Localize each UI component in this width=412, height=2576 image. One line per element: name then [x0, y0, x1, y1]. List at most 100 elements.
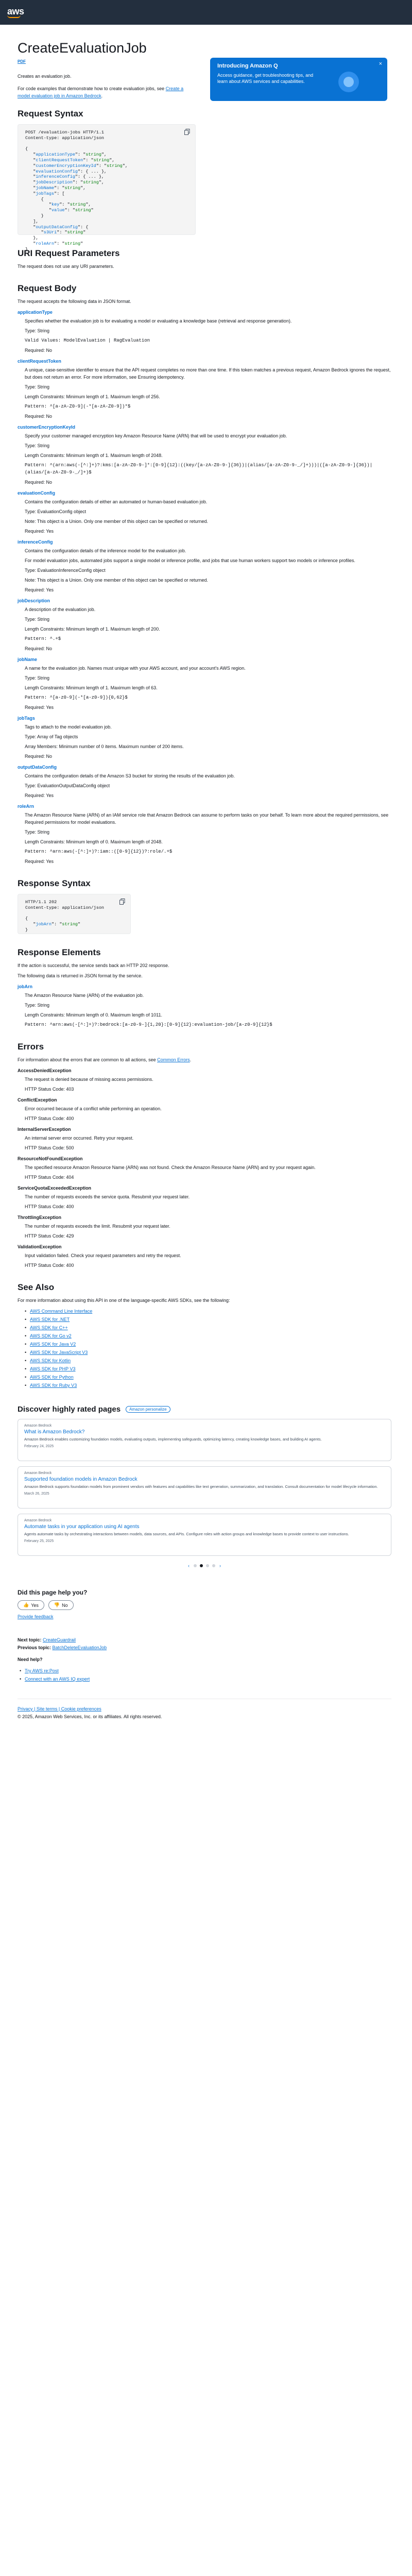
copy-icon[interactable] [184, 129, 190, 135]
param-detail: Required: Yes [25, 529, 54, 534]
common-errors-link[interactable]: Common Errors [157, 1057, 190, 1062]
error-block: InternalServerException An internal serve… [18, 1127, 391, 1151]
carousel-dot[interactable] [212, 1564, 215, 1567]
provide-feedback-link[interactable]: Provide feedback [18, 1614, 54, 1619]
see-also-link[interactable]: AWS SDK for C++ [30, 1325, 68, 1330]
see-also-link[interactable]: AWS SDK for JavaScript V3 [30, 1350, 88, 1355]
see-also-heading: See Also [18, 1282, 55, 1292]
param-name[interactable]: jobArn [18, 984, 391, 989]
amazon-q-promo-banner: Introducing Amazon Q Access guidance, ge… [210, 58, 387, 101]
param-name[interactable]: jobTags [18, 716, 391, 721]
response-elements-heading: Response Elements [18, 947, 101, 957]
errors-intro: For information about the errors that ar… [18, 1056, 391, 1063]
previous-topic-label: Previous topic: [18, 1645, 52, 1650]
param-name[interactable]: applicationType [18, 310, 391, 315]
param-description: The Amazon Resource Name (ARN) of the ev… [25, 993, 144, 998]
request-body-intro: The request accepts the following data i… [18, 299, 131, 304]
param-name[interactable]: customerEncryptionKeyId [18, 425, 391, 430]
need-help-list: Try AWS re:Post Connect with an AWS IQ ex… [18, 1667, 391, 1683]
see-also-item: AWS SDK for PHP V3 [25, 1365, 391, 1373]
param-body: Tags to attach to the model evaluation j… [18, 723, 391, 760]
param-name[interactable]: jobName [18, 657, 391, 662]
card-description: Agents automate tasks by orchestrating i… [24, 1532, 349, 1536]
pdf-link[interactable]: PDF [18, 59, 26, 64]
param-detail: Length Constraints: Minimum length of 1.… [25, 453, 163, 458]
card-title-link[interactable]: What is Amazon Bedrock? [24, 1429, 385, 1435]
see-also-item: AWS SDK for Python [25, 1373, 391, 1381]
card-title-link[interactable]: Supported foundation models in Amazon Be… [24, 1477, 385, 1482]
param-block: jobArn The Amazon Resource Name (ARN) of … [18, 984, 391, 1028]
param-body: The Amazon Resource Name (ARN) of the ev… [18, 992, 391, 1028]
errors-heading: Errors [18, 1042, 44, 1052]
param-description: The Amazon Resource Name (ARN) of an IAM… [25, 812, 389, 825]
see-also-link[interactable]: AWS SDK for Ruby V3 [30, 1383, 77, 1388]
param-detail: Type: EvaluationConfig object [25, 509, 87, 514]
aws-logo[interactable]: aws [7, 7, 24, 18]
discover-card[interactable]: Amazon Bedrock Supported foundation model… [18, 1466, 391, 1509]
error-name: AccessDeniedException [18, 1068, 72, 1073]
param-name[interactable]: jobDescription [18, 598, 391, 603]
need-help-link[interactable]: Connect with an AWS IQ expert [25, 1676, 90, 1682]
param-block: jobDescription A description of the evalu… [18, 598, 391, 652]
card-description: Amazon Bedrock supports foundation model… [24, 1484, 378, 1489]
param-block: clientRequestToken A unique, case-sensiti… [18, 359, 391, 420]
param-description: A description of the evaluation job. [25, 607, 96, 612]
see-also-link[interactable]: AWS SDK for Java V2 [30, 1342, 76, 1347]
error-name: ServiceQuotaExceededException [18, 1185, 92, 1191]
param-name[interactable]: clientRequestToken [18, 359, 391, 364]
previous-topic-link[interactable]: BatchDeleteEvaluationJob [53, 1645, 107, 1650]
param-description: Specifies whether the evaluation job is … [25, 318, 292, 324]
param-detail: Required: No [25, 480, 53, 485]
thumbs-up-button[interactable]: 👍 Yes [18, 1600, 44, 1610]
carousel-prev-button[interactable]: ‹ [188, 1563, 190, 1568]
param-detail: Pattern: ^arn:aws(-[^:]+)?:iam::([0-9]{1… [25, 849, 173, 854]
param-description: A unique, case-sensitive identifier to e… [25, 367, 391, 380]
card-kicker: Amazon Bedrock [24, 1471, 52, 1475]
card-kicker: Amazon Bedrock [24, 1424, 52, 1428]
card-description: Amazon Bedrock enables customizing found… [24, 1437, 322, 1442]
error-description: An internal server error occurred. Retry… [25, 1136, 134, 1141]
param-detail: Type: Array of Tag objects [25, 734, 78, 739]
next-topic-link[interactable]: CreateGuardrail [43, 1637, 76, 1642]
error-block: ResourceNotFoundException The specified r… [18, 1156, 391, 1181]
carousel-dot[interactable] [194, 1564, 197, 1567]
aws-logo-text: aws [7, 6, 24, 16]
need-help-item: Try AWS re:Post [20, 1667, 391, 1675]
see-also-link[interactable]: AWS SDK for .NET [30, 1317, 70, 1322]
param-block: jobName A name for the evaluation job. Na… [18, 657, 391, 711]
intro2-prefix: For code examples that demonstrate how t… [18, 86, 166, 91]
error-block: ConflictException Error occurred because … [18, 1097, 391, 1122]
param-name[interactable]: outputDataConfig [18, 765, 391, 770]
carousel-dot[interactable] [206, 1564, 209, 1567]
page-title: CreateEvaluationJob [18, 40, 147, 56]
carousel-next-button[interactable]: › [219, 1563, 221, 1568]
param-detail: Note: This object is a Union. Only one m… [25, 578, 209, 583]
param-detail: Valid Values: ModelEvaluation | RagEvalu… [25, 338, 150, 343]
discover-card[interactable]: Amazon Bedrock What is Amazon Bedrock? Ama… [18, 1419, 391, 1461]
param-name[interactable]: evaluationConfig [18, 490, 391, 496]
page-intro-code-examples: For code examples that demonstrate how t… [18, 85, 193, 99]
see-also-link[interactable]: AWS SDK for PHP V3 [30, 1366, 76, 1371]
param-detail: Length Constraints: Minimum length of 0.… [25, 1012, 162, 1018]
copy-icon[interactable] [119, 899, 125, 905]
see-also-link[interactable]: AWS Command Line Interface [30, 1309, 92, 1314]
param-detail: Type: String [25, 617, 50, 622]
discover-card[interactable]: Amazon Bedrock Automate tasks in your app… [18, 1514, 391, 1556]
param-detail: Pattern: ^[a-z0-9](-*[a-z0-9]){0,62}$ [25, 695, 128, 700]
need-help-label: Need help? [18, 1657, 43, 1662]
card-date: February 25, 2025 [24, 1539, 54, 1543]
param-detail: Length Constraints: Minimum length of 1.… [25, 685, 158, 690]
need-help-link[interactable]: Try AWS re:Post [25, 1668, 59, 1673]
param-name[interactable]: inferenceConfig [18, 539, 391, 545]
carousel-dot[interactable] [200, 1564, 203, 1567]
param-name[interactable]: roleArn [18, 804, 391, 809]
close-icon[interactable]: × [379, 61, 382, 67]
see-also-link[interactable]: AWS SDK for Go v2 [30, 1333, 72, 1338]
error-body: Input validation failed. Check your requ… [18, 1252, 391, 1269]
see-also-link[interactable]: AWS SDK for Python [30, 1375, 74, 1380]
card-title-link[interactable]: Automate tasks in your application using… [24, 1524, 385, 1530]
see-also-link[interactable]: AWS SDK for Kotlin [30, 1358, 71, 1363]
thumbs-down-button[interactable]: 👎 No [48, 1600, 74, 1610]
footer-links[interactable]: Privacy | Site terms | Cookie preference… [18, 1705, 391, 1713]
param-description: Tags to attach to the model evaluation j… [25, 724, 112, 730]
